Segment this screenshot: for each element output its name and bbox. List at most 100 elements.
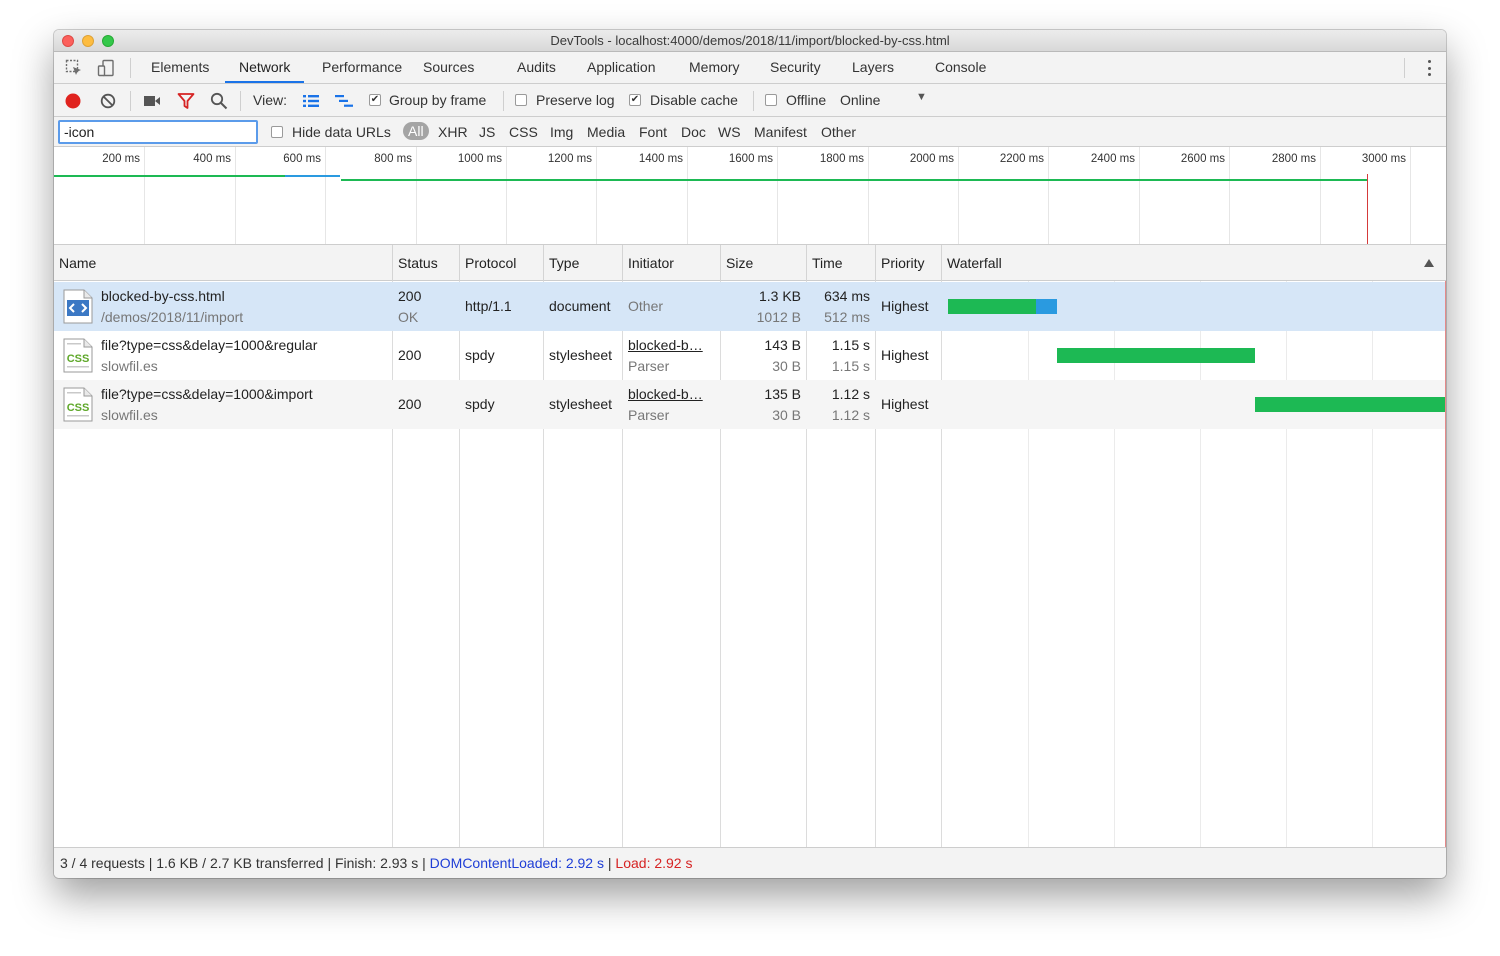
tab-memory[interactable]: Memory <box>675 52 754 83</box>
tab-console[interactable]: Console <box>921 52 1000 83</box>
column-header-status[interactable]: Status <box>393 245 438 281</box>
request-priority-cell: Highest <box>876 331 941 380</box>
show-overview-icon[interactable] <box>334 91 354 111</box>
request-row[interactable]: blocked-by-css.html/demos/2018/11/import… <box>54 282 1446 331</box>
tab-sources[interactable]: Sources <box>409 52 488 83</box>
column-header-initiator[interactable]: Initiator <box>623 245 674 281</box>
overview-tick-label: 1600 ms <box>728 153 773 165</box>
resource-size: 30 B <box>772 407 801 423</box>
request-name-cell[interactable]: CSS file?type=css&delay=1000&import slowfi… <box>54 380 392 429</box>
filter-type-xhr[interactable]: XHR <box>438 124 468 140</box>
offline-checkbox[interactable] <box>765 94 777 106</box>
overview-gridline <box>868 147 869 244</box>
request-type-cell: document <box>544 282 622 331</box>
overview-gridline <box>1139 147 1140 244</box>
column-header-waterfall[interactable]: Waterfall <box>942 245 1002 281</box>
large-request-rows-icon[interactable] <box>301 91 321 111</box>
request-row[interactable]: CSS file?type=css&delay=1000&regular slowf… <box>54 331 1446 380</box>
filter-bar: Hide data URLs All XHR JS CSS Img Media Font Do… <box>54 117 1446 147</box>
status-code: 200 <box>398 396 422 412</box>
request-path: slowfil.es <box>101 407 158 423</box>
overview-gridline <box>777 147 778 244</box>
request-name-cell[interactable]: CSS file?type=css&delay=1000&regular slowf… <box>54 331 392 380</box>
offline-label: Offline <box>786 92 827 108</box>
group-by-frame-checkbox[interactable]: ✔ <box>369 94 381 106</box>
filter-type-other[interactable]: Other <box>821 124 856 140</box>
css-file-icon: CSS <box>63 338 93 373</box>
inspect-element-icon[interactable] <box>64 58 84 78</box>
waterfall-waiting-bar <box>1255 397 1446 412</box>
tab-performance[interactable]: Performance <box>308 52 416 83</box>
latency-time: 1.12 s <box>831 407 870 423</box>
request-status-cell: 200 OK <box>393 282 459 331</box>
filter-type-css[interactable]: CSS <box>509 124 538 140</box>
overview-gridline <box>325 147 326 244</box>
tab-elements[interactable]: Elements <box>137 52 223 83</box>
overview-gridline <box>1229 147 1230 244</box>
request-priority-cell: Highest <box>876 282 941 331</box>
overview-gridline <box>1320 147 1321 244</box>
network-overview: 200 ms 400 ms 600 ms 800 ms 1000 ms 1200 ms 14… <box>54 147 1446 245</box>
filter-type-media[interactable]: Media <box>587 124 625 140</box>
filter-type-ws[interactable]: WS <box>718 124 741 140</box>
waterfall-download-bar <box>1036 299 1057 314</box>
load-event-marker <box>1445 281 1446 847</box>
status-code: 200 <box>398 288 422 304</box>
filter-type-js[interactable]: JS <box>479 124 495 140</box>
search-icon[interactable] <box>209 91 229 111</box>
capture-screenshots-icon[interactable] <box>142 91 162 111</box>
transfer-size: 143 B <box>764 337 801 353</box>
column-header-time[interactable]: Time <box>807 245 843 281</box>
overview-tick-label: 2600 ms <box>1180 153 1225 165</box>
initiator-link[interactable]: blocked-b… <box>628 337 703 353</box>
tab-application[interactable]: Application <box>573 52 670 83</box>
filter-icon[interactable] <box>176 91 196 111</box>
priority: Highest <box>881 396 929 412</box>
tab-security[interactable]: Security <box>756 52 835 83</box>
filter-type-manifest[interactable]: Manifest <box>754 124 807 140</box>
overview-download-bar <box>285 175 340 177</box>
request-name-cell[interactable]: blocked-by-css.html/demos/2018/11/import <box>54 282 392 331</box>
filter-type-font[interactable]: Font <box>639 124 667 140</box>
initiator-link[interactable]: blocked-b… <box>628 386 703 402</box>
column-header-priority[interactable]: Priority <box>876 245 925 281</box>
overview-gridline <box>958 147 959 244</box>
overview-waiting-bar <box>341 179 1367 181</box>
column-header-size[interactable]: Size <box>721 245 753 281</box>
hide-data-urls-checkbox[interactable] <box>271 126 283 138</box>
sort-ascending-icon[interactable] <box>1424 259 1434 267</box>
filter-input[interactable] <box>58 120 258 144</box>
hide-data-urls-label: Hide data URLs <box>292 124 391 140</box>
disable-cache-checkbox[interactable]: ✔ <box>629 94 641 106</box>
network-toolbar: View: ✔ Group by frame Preserve log ✔ Di… <box>54 84 1446 117</box>
more-options-icon[interactable] <box>1422 57 1436 79</box>
resource-size: 30 B <box>772 358 801 374</box>
column-header-name[interactable]: Name <box>54 245 96 281</box>
throttling-select[interactable]: Online <box>840 92 880 108</box>
tab-layers[interactable]: Layers <box>838 52 908 83</box>
overview-tick-label: 3000 ms <box>1361 153 1406 165</box>
request-priority-cell: Highest <box>876 380 941 429</box>
filter-type-doc[interactable]: Doc <box>681 124 706 140</box>
request-row[interactable]: CSS file?type=css&delay=1000&import slowfi… <box>54 380 1446 429</box>
tab-network[interactable]: Network <box>225 52 305 83</box>
column-header-protocol[interactable]: Protocol <box>460 245 516 281</box>
throttling-dropdown-icon[interactable]: ▼ <box>916 91 927 103</box>
tab-audits[interactable]: Audits <box>503 52 570 83</box>
initiator: Other <box>628 298 664 314</box>
initiator-type: Parser <box>628 358 670 374</box>
panel-tab-bar: Elements Network Performance Sources Audits A… <box>54 52 1446 84</box>
preserve-log-checkbox[interactable] <box>515 94 527 106</box>
filter-type-all[interactable]: All <box>403 122 429 140</box>
clear-icon[interactable] <box>98 91 118 111</box>
status-text: OK <box>398 309 419 325</box>
filter-type-img[interactable]: Img <box>550 124 573 140</box>
resource-type: stylesheet <box>549 347 613 363</box>
window-title: DevTools - localhost:4000/demos/2018/11/… <box>550 33 950 48</box>
column-header-type[interactable]: Type <box>544 245 579 281</box>
record-icon[interactable] <box>63 91 83 111</box>
device-toolbar-icon[interactable] <box>96 58 116 78</box>
initiator-type: Parser <box>628 407 670 423</box>
overview-tick-label: 1000 ms <box>457 153 502 165</box>
protocol: spdy <box>465 396 495 412</box>
